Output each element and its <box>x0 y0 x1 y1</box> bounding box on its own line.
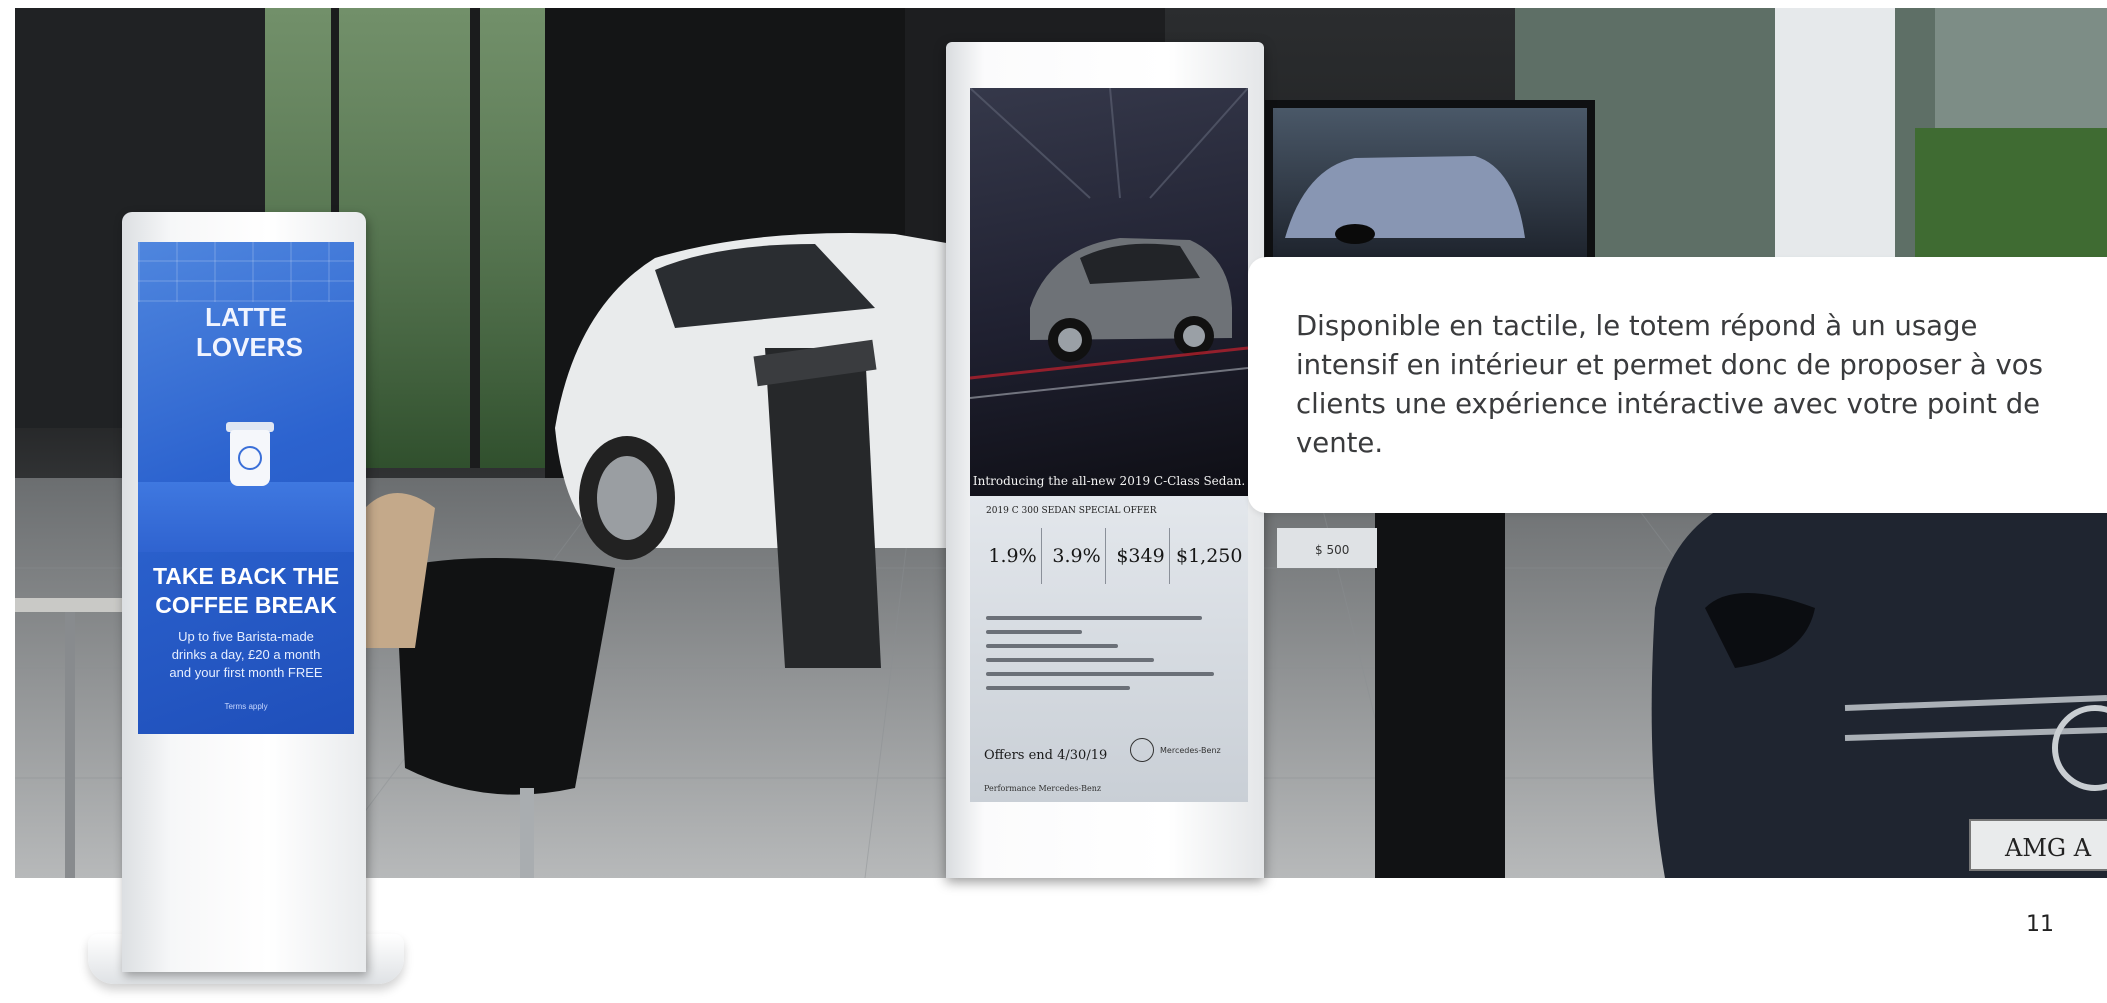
rate-value: 3.9% <box>1052 545 1101 567</box>
car-ad-graphic <box>970 88 1248 399</box>
left-totem: LATTE LOVERS TAKE BACK THE COFFEE BREAK … <box>88 212 404 984</box>
coffee-ad-pedestal <box>138 482 354 552</box>
rate-value: 1.9% <box>988 545 1037 567</box>
description-text: Disponible en tactile, le totem répond à… <box>1296 310 2043 459</box>
screen-ceiling-pattern <box>138 242 354 302</box>
rate-cell: 1.9% <box>984 528 1042 584</box>
description-card: Disponible en tactile, le totem répond à… <box>1248 257 2107 513</box>
coffee-ad-subtext: Up to five Barista-made drinks a day, £2… <box>169 629 323 680</box>
car-ad-offer-title: 2019 C 300 SEDAN SPECIAL OFFER <box>986 506 1157 516</box>
coffee-ad-headline: TAKE BACK THE COFFEE BREAK <box>152 563 340 618</box>
price-sign: $ 500 <box>1315 543 1349 557</box>
mercedes-star-icon <box>1130 738 1154 762</box>
left-totem-screen: LATTE LOVERS TAKE BACK THE COFFEE BREAK … <box>138 242 354 734</box>
rate-value: $349 <box>1116 545 1165 567</box>
rate-cell: $1,250 <box>1176 528 1242 584</box>
cup-logo-icon <box>238 446 262 470</box>
licence-plate: AMG A <box>2004 834 2092 862</box>
car-ad-fine-print <box>986 616 1226 700</box>
page-number: 11 <box>2026 912 2054 937</box>
left-totem-body: LATTE LOVERS TAKE BACK THE COFFEE BREAK … <box>122 212 366 972</box>
rate-cell: $349 <box>1112 528 1170 584</box>
car-ad-footer: Offers end 4/30/19 <box>984 748 1108 763</box>
center-totem-screen: Introducing the all-new 2019 C-Class Sed… <box>970 88 1248 802</box>
car-ad-footer-small: Performance Mercedes-Benz <box>984 784 1102 793</box>
center-totem: Introducing the all-new 2019 C-Class Sed… <box>946 42 1264 878</box>
coffee-ad-title: LATTE LOVERS <box>196 302 303 362</box>
car-ad-image <box>970 88 1248 496</box>
coffee-ad-terms: Terms apply <box>224 702 268 711</box>
car-ad-brand: Mercedes-Benz <box>1160 746 1221 755</box>
car-ad-rates: 1.9% 3.9% $349 $1,250 <box>984 528 1242 584</box>
rate-cell: 3.9% <box>1048 528 1106 584</box>
car-ad-heading: Introducing the all-new 2019 C-Class Sed… <box>972 474 1246 488</box>
rate-value: $1,250 <box>1176 545 1243 567</box>
